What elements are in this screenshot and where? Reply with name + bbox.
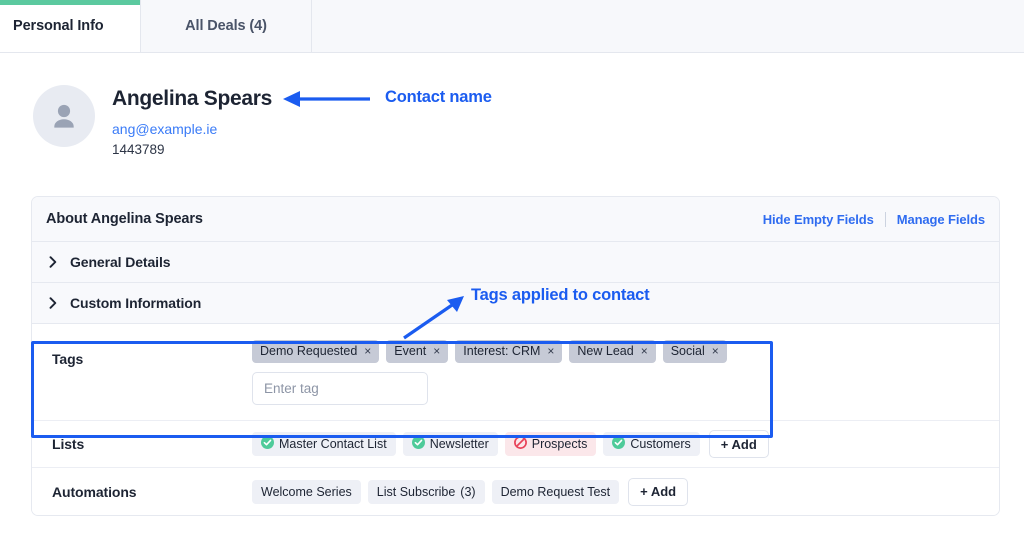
contact-email-link[interactable]: ang@example.ie bbox=[112, 118, 272, 140]
tab-personal-info-label: Personal Info bbox=[13, 18, 104, 34]
tag-remove-icon[interactable]: × bbox=[712, 345, 719, 357]
tag-chip[interactable]: Social × bbox=[662, 339, 727, 363]
chevron-right-icon bbox=[46, 256, 60, 268]
about-card-title: About Angelina Spears bbox=[46, 211, 203, 227]
tag-chip-label: Event bbox=[394, 344, 427, 358]
tag-chip-list: Demo Requested × Event × Interest: CRM ×… bbox=[252, 339, 727, 363]
about-card: About Angelina Spears Hide Empty Fields … bbox=[31, 196, 1000, 516]
automations-field-body: Welcome Series List Subscribe (3) Demo R… bbox=[252, 477, 999, 506]
add-automation-button[interactable]: + Add bbox=[628, 477, 689, 506]
tab-bar-filler bbox=[312, 0, 1024, 52]
check-circle-icon bbox=[411, 436, 425, 452]
tag-remove-icon[interactable]: × bbox=[547, 345, 554, 357]
tags-field-body: Demo Requested × Event × Interest: CRM ×… bbox=[252, 339, 727, 405]
list-chip[interactable]: Prospects bbox=[504, 432, 597, 456]
page-title: Angelina Spears bbox=[112, 87, 273, 110]
tag-chip[interactable]: Interest: CRM × bbox=[455, 339, 563, 363]
accordion-general-details[interactable]: General Details bbox=[32, 242, 999, 283]
tag-chip[interactable]: New Lead × bbox=[569, 339, 656, 363]
about-card-actions: Hide Empty Fields Manage Fields bbox=[763, 211, 985, 227]
accordion-custom-information[interactable]: Custom Information bbox=[32, 283, 999, 324]
automation-chip[interactable]: List Subscribe (3) bbox=[367, 479, 485, 504]
tag-chip-label: New Lead bbox=[577, 344, 634, 358]
tags-field-label: Tags bbox=[52, 351, 84, 367]
list-chip-label: Master Contact List bbox=[279, 437, 387, 451]
list-chip[interactable]: Customers bbox=[603, 432, 700, 456]
contact-detail-page: Personal Info All Deals (4) Angelina Spe… bbox=[0, 0, 1024, 560]
contact-id: 1443789 bbox=[112, 142, 165, 157]
tab-bar: Personal Info All Deals (4) bbox=[0, 0, 1024, 53]
tag-chip[interactable]: Event × bbox=[386, 339, 449, 363]
tag-remove-icon[interactable]: × bbox=[433, 345, 440, 357]
hide-empty-fields-link[interactable]: Hide Empty Fields bbox=[763, 212, 874, 227]
automation-chip[interactable]: Welcome Series bbox=[252, 479, 361, 504]
check-circle-icon bbox=[261, 436, 274, 452]
tag-remove-icon[interactable]: × bbox=[641, 345, 648, 357]
user-avatar-icon bbox=[33, 85, 95, 147]
accordion-custom-information-label: Custom Information bbox=[70, 295, 202, 311]
block-circle-icon bbox=[513, 436, 527, 452]
automation-chip-label: Welcome Series bbox=[261, 484, 352, 499]
tag-chip-label: Demo Requested bbox=[260, 344, 358, 358]
contact-name-annotation-arrow bbox=[283, 91, 370, 107]
tag-remove-icon[interactable]: × bbox=[364, 345, 371, 357]
automation-chip-count: (3) bbox=[460, 484, 476, 499]
accordion-general-details-label: General Details bbox=[70, 254, 171, 270]
list-chip[interactable]: Master Contact List bbox=[252, 432, 396, 456]
chevron-right-icon bbox=[46, 297, 60, 309]
contact-header: Angelina Spears ang@example.ie 1443789 bbox=[33, 85, 272, 160]
automations-field-row: Automations Welcome Series List Subscrib… bbox=[32, 468, 999, 515]
check-circle-icon bbox=[612, 436, 626, 452]
list-chip-label: Newsletter bbox=[429, 437, 489, 451]
tag-input[interactable] bbox=[252, 371, 428, 405]
lists-field-row: Lists Master Contact List Newsletter Pro… bbox=[32, 421, 999, 468]
active-tab-accent-bar bbox=[0, 0, 140, 5]
lists-field-label: Lists bbox=[52, 436, 85, 452]
about-card-header: About Angelina Spears Hide Empty Fields … bbox=[32, 197, 999, 242]
tab-all-deals[interactable]: All Deals (4) bbox=[140, 0, 312, 52]
automation-chip[interactable]: Demo Request Test bbox=[491, 479, 620, 504]
automation-chip-label: Demo Request Test bbox=[500, 484, 611, 499]
tag-chip-label: Interest: CRM bbox=[463, 344, 541, 358]
contact-identity: Angelina Spears ang@example.ie 1443789 bbox=[112, 85, 272, 160]
action-divider bbox=[884, 211, 886, 227]
lists-field-body: Master Contact List Newsletter Prospects… bbox=[252, 430, 999, 458]
automations-field-label: Automations bbox=[52, 483, 137, 500]
tag-chip[interactable]: Demo Requested × bbox=[252, 339, 380, 363]
tab-personal-info[interactable]: Personal Info bbox=[0, 0, 140, 52]
tab-all-deals-label: All Deals (4) bbox=[185, 18, 267, 34]
list-chip-label: Customers bbox=[630, 437, 691, 451]
tag-chip-label: Social bbox=[670, 344, 705, 358]
contact-name-annotation-label: Contact name bbox=[385, 88, 492, 106]
list-chip-label: Prospects bbox=[531, 437, 588, 451]
add-list-button[interactable]: + Add bbox=[708, 430, 769, 458]
tags-field-row: Tags Demo Requested × Event × Interest: … bbox=[32, 324, 999, 421]
list-chip[interactable]: Newsletter bbox=[402, 432, 498, 456]
manage-fields-link[interactable]: Manage Fields bbox=[897, 212, 985, 227]
automation-chip-label: List Subscribe bbox=[376, 484, 456, 499]
